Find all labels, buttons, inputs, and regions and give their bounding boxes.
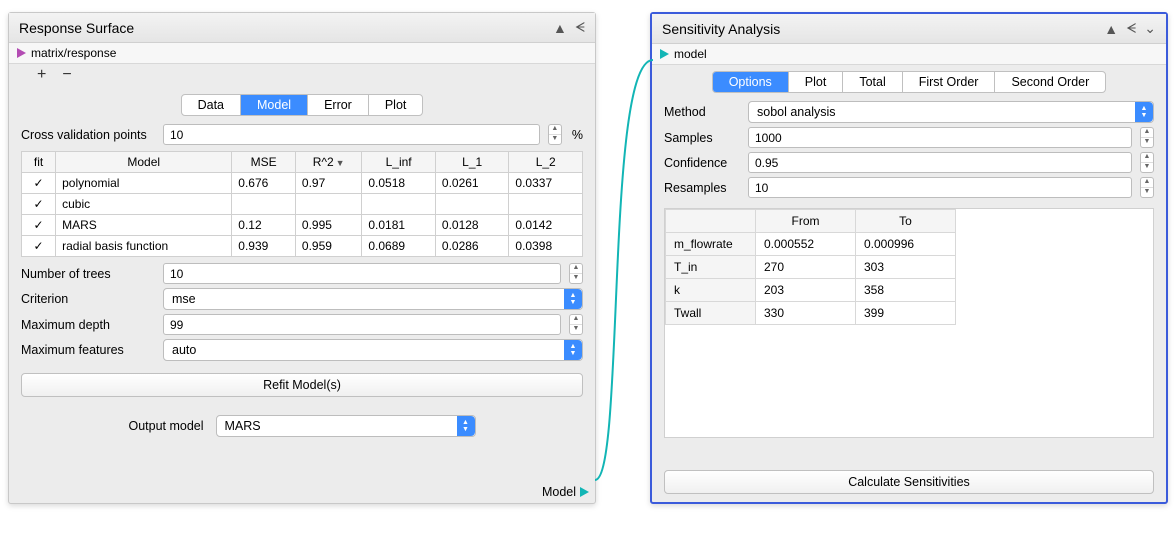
table-row[interactable]: ✓ MARS 0.120.995 0.01810.01280.0142 <box>22 215 583 236</box>
table-row[interactable]: ✓ polynomial 0.6760.97 0.05180.02610.033… <box>22 173 583 194</box>
ntrees-input[interactable] <box>163 263 561 284</box>
params-table-wrap: From To m_flowrate 0.0005520.000996 T_in… <box>664 208 1154 438</box>
check-icon: ✓ <box>34 239 44 253</box>
ntrees-label: Number of trees <box>21 267 157 281</box>
maxdepth-stepper[interactable]: ▲▼ <box>569 314 583 335</box>
param-name: k <box>666 279 756 302</box>
output-model-label: Output model <box>128 419 203 433</box>
run-icon[interactable]: ᗕ <box>1126 20 1136 37</box>
method-select[interactable]: sobol analysis ▲▼ <box>748 101 1154 123</box>
table-row[interactable]: ✓ cubic <box>22 194 583 215</box>
col-name <box>666 210 756 233</box>
cv-label: Cross validation points <box>21 128 157 142</box>
samples-stepper[interactable]: ▲▼ <box>1140 127 1154 148</box>
samples-input[interactable] <box>748 127 1132 148</box>
col-l1[interactable]: L_1 <box>435 152 509 173</box>
col-mse[interactable]: MSE <box>232 152 296 173</box>
warning-icon[interactable]: ▲ <box>1104 21 1118 37</box>
panel-title: Sensitivity Analysis <box>662 21 1096 37</box>
models-table: fit Model MSE R^2▼ L_inf L_1 L_2 ✓ polyn… <box>21 151 583 257</box>
table-row[interactable]: T_in 270303 <box>666 256 1153 279</box>
col-l2[interactable]: L_2 <box>509 152 583 173</box>
maxdepth-label: Maximum depth <box>21 318 157 332</box>
refit-button[interactable]: Refit Model(s) <box>21 373 583 397</box>
confidence-label: Confidence <box>664 156 742 170</box>
check-icon: ✓ <box>34 218 44 232</box>
tab-first-order[interactable]: First Order <box>903 72 996 92</box>
output-model-select[interactable]: MARS ▲▼ <box>216 415 476 437</box>
resamples-label: Resamples <box>664 181 742 195</box>
table-row[interactable]: Twall 330399 <box>666 302 1153 325</box>
tab-second-order[interactable]: Second Order <box>995 72 1105 92</box>
tab-data[interactable]: Data <box>182 95 241 115</box>
check-icon: ✓ <box>34 197 44 211</box>
add-icon[interactable]: + <box>37 66 46 84</box>
input-port-icon <box>660 49 669 59</box>
col-linf[interactable]: L_inf <box>362 152 436 173</box>
col-model[interactable]: Model <box>56 152 232 173</box>
resamples-input[interactable] <box>748 177 1132 198</box>
output-port-icon <box>580 487 589 497</box>
method-label: Method <box>664 105 742 119</box>
output-port-label: Model <box>542 485 576 499</box>
maxfeat-label: Maximum features <box>21 343 157 357</box>
calculate-button[interactable]: Calculate Sensitivities <box>664 470 1154 494</box>
params-table: From To m_flowrate 0.0005520.000996 T_in… <box>665 209 1153 325</box>
model-name: radial basis function <box>56 236 232 257</box>
maxfeat-select[interactable]: auto ▲▼ <box>163 339 583 361</box>
param-name: Twall <box>666 302 756 325</box>
titlebar: Sensitivity Analysis ▲ ᗕ ⌄ <box>652 14 1166 44</box>
tab-plot[interactable]: Plot <box>789 72 844 92</box>
cv-stepper[interactable]: ▲▼ <box>548 124 562 145</box>
tab-error[interactable]: Error <box>308 95 369 115</box>
cv-input[interactable] <box>163 124 540 145</box>
confidence-stepper[interactable]: ▲▼ <box>1140 152 1154 173</box>
input-port-label: model <box>674 47 707 61</box>
resamples-stepper[interactable]: ▲▼ <box>1140 177 1154 198</box>
table-row[interactable]: ✓ radial basis function 0.9390.959 0.068… <box>22 236 583 257</box>
tab-switcher: Options Plot Total First Order Second Or… <box>712 71 1107 93</box>
col-from: From <box>756 210 856 233</box>
col-to: To <box>856 210 956 233</box>
samples-label: Samples <box>664 131 742 145</box>
input-port-label: matrix/response <box>31 46 116 60</box>
check-icon: ✓ <box>34 176 44 190</box>
confidence-input[interactable] <box>748 152 1132 173</box>
input-port-bar: matrix/response <box>9 43 595 64</box>
warning-icon[interactable]: ▲ <box>553 20 567 36</box>
tab-switcher: Data Model Error Plot <box>181 94 424 116</box>
input-port-bar: model <box>652 44 1166 65</box>
criterion-label: Criterion <box>21 292 157 306</box>
tab-plot[interactable]: Plot <box>369 95 423 115</box>
run-icon[interactable]: ᗕ <box>575 19 585 36</box>
table-row[interactable]: k 203358 <box>666 279 1153 302</box>
col-r2[interactable]: R^2▼ <box>295 152 361 173</box>
table-row[interactable]: m_flowrate 0.0005520.000996 <box>666 233 1153 256</box>
chevron-down-icon[interactable]: ⌄ <box>1144 20 1156 37</box>
model-name: polynomial <box>56 173 232 194</box>
response-surface-panel: Response Surface ▲ ᗕ matrix/response + −… <box>8 12 596 504</box>
cv-pct: % <box>572 128 583 142</box>
model-name: MARS <box>56 215 232 236</box>
col-fit[interactable]: fit <box>22 152 56 173</box>
remove-icon[interactable]: − <box>62 66 71 84</box>
sensitivity-panel: Sensitivity Analysis ▲ ᗕ ⌄ model Options… <box>650 12 1168 504</box>
input-port-icon <box>17 48 26 58</box>
model-name: cubic <box>56 194 232 215</box>
tab-model[interactable]: Model <box>241 95 308 115</box>
tab-total[interactable]: Total <box>843 72 902 92</box>
ntrees-stepper[interactable]: ▲▼ <box>569 263 583 284</box>
criterion-select[interactable]: mse ▲▼ <box>163 288 583 310</box>
tab-options[interactable]: Options <box>713 72 789 92</box>
panel-title: Response Surface <box>19 20 545 36</box>
maxdepth-input[interactable] <box>163 314 561 335</box>
param-name: T_in <box>666 256 756 279</box>
param-name: m_flowrate <box>666 233 756 256</box>
titlebar: Response Surface ▲ ᗕ <box>9 13 595 43</box>
